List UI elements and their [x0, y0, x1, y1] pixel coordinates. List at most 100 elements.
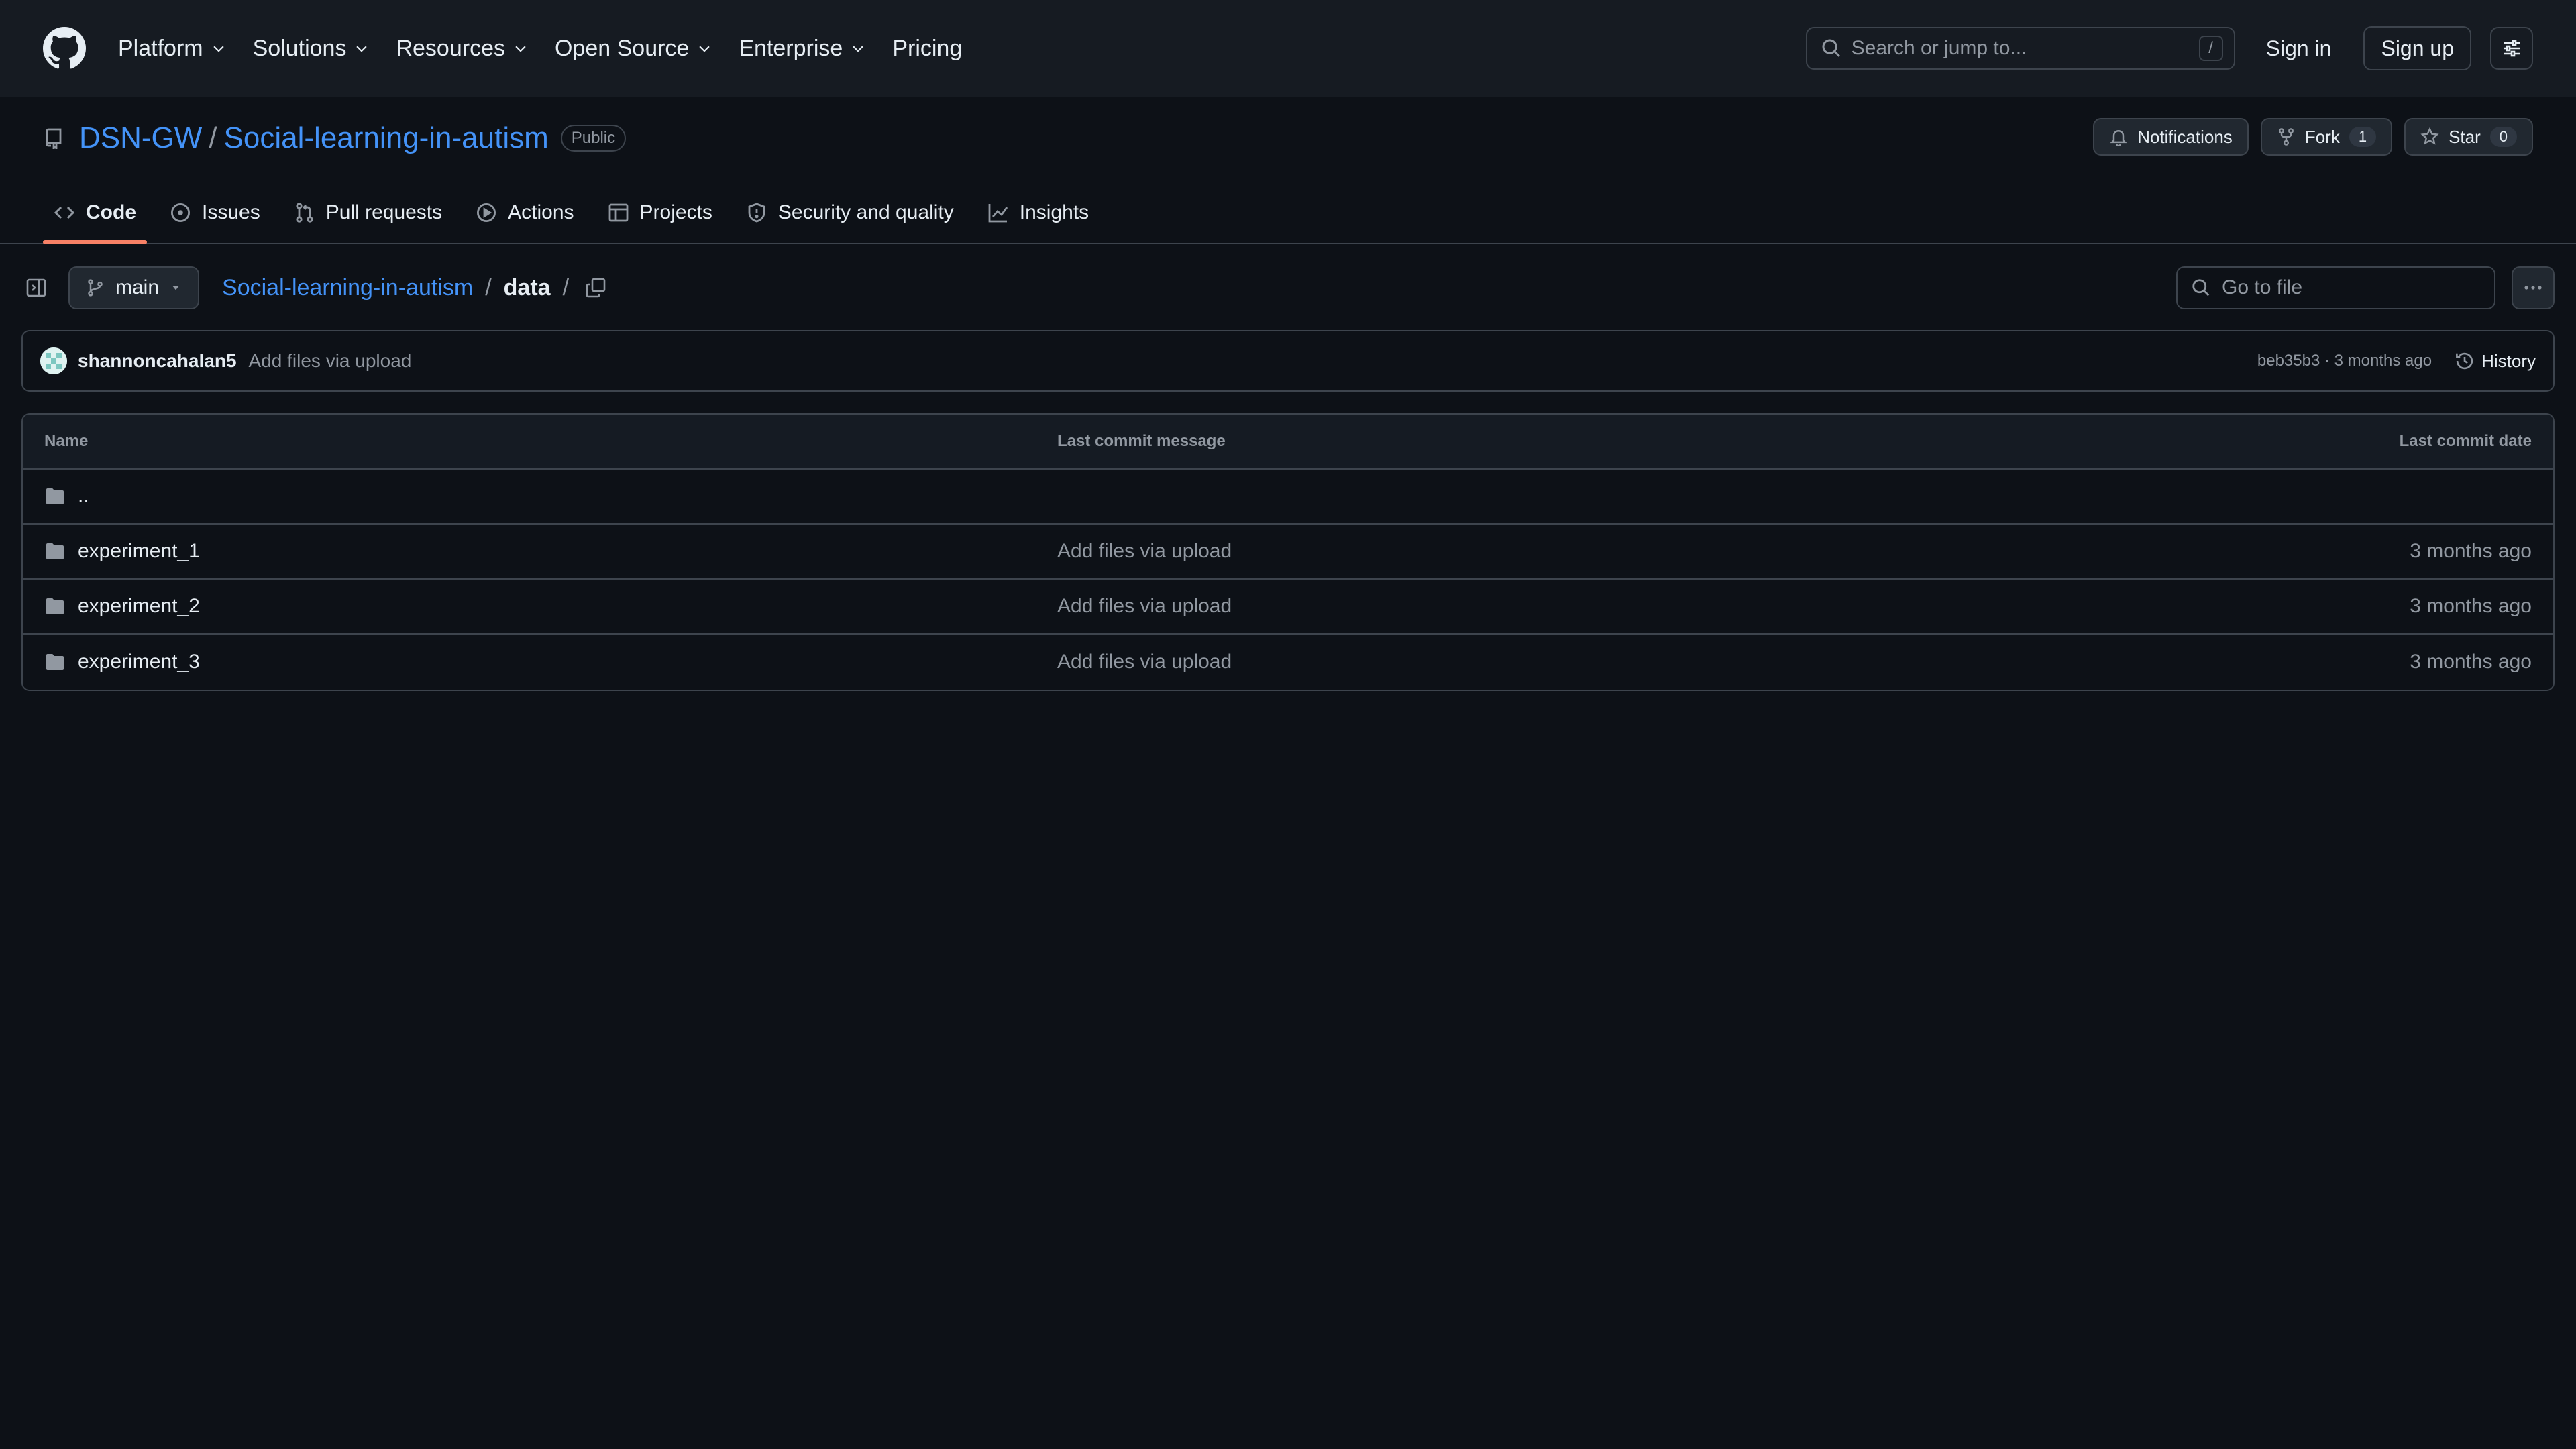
folder-icon [46, 654, 64, 670]
tab-code[interactable]: Code [43, 182, 147, 244]
tab-code-label: Code [86, 201, 136, 223]
column-header-message: Last commit message [1057, 432, 1226, 450]
parent-directory-link[interactable]: .. [78, 485, 89, 508]
tab-projects-label: Projects [639, 201, 712, 223]
copy-icon [586, 278, 606, 298]
tab-insights-label: Insights [1019, 201, 1089, 223]
row-name-cell: .. [23, 485, 1057, 508]
history-button[interactable]: History [2455, 351, 2536, 372]
folder-link[interactable]: experiment_3 [78, 651, 200, 674]
branch-selector[interactable]: main [68, 266, 200, 309]
repo-owner-link[interactable]: DSN-GW [79, 121, 202, 155]
tab-security[interactable]: Security and quality [735, 182, 965, 243]
tab-insights[interactable]: Insights [977, 182, 1099, 243]
sidebar-expand-icon [26, 278, 46, 297]
play-icon [477, 203, 496, 223]
nav-open-source[interactable]: Open Source [555, 36, 712, 62]
expand-file-tree-button[interactable] [21, 273, 51, 303]
file-table: Name Last commit message Last commit dat… [21, 413, 2555, 691]
repo-title: DSN-GW / Social-learning-in-autism Publi… [43, 118, 627, 158]
breadcrumb-separator: / [485, 274, 492, 301]
nav-platform-label: Platform [118, 35, 203, 61]
history-icon [2456, 352, 2473, 370]
tab-actions[interactable]: Actions [465, 182, 584, 243]
folder-link[interactable]: experiment_1 [78, 540, 200, 563]
breadcrumb-repo-link[interactable]: Social-learning-in-autism [222, 275, 473, 301]
shield-icon [748, 203, 765, 223]
table-row[interactable]: experiment_1 Add files via upload 3 mont… [23, 525, 2553, 580]
fork-button[interactable]: Fork 1 [2260, 118, 2393, 156]
visibility-badge: Public [560, 125, 627, 152]
notifications-button[interactable]: Notifications [2093, 118, 2249, 156]
graph-icon [988, 204, 1008, 223]
fork-icon [2278, 128, 2294, 146]
table-row[interactable]: experiment_2 Add files via upload 3 mont… [23, 580, 2553, 635]
row-name-cell: experiment_3 [23, 651, 1057, 674]
search-icon [1822, 39, 1840, 58]
column-header-name: Name [44, 432, 89, 450]
tab-pull-requests-label: Pull requests [325, 201, 443, 223]
breadcrumb-current: data [503, 274, 551, 301]
nav-open-source-label: Open Source [554, 35, 690, 61]
sign-up-button[interactable]: Sign up [2363, 26, 2471, 70]
nav-platform[interactable]: Platform [118, 36, 226, 62]
bell-icon [2110, 130, 2127, 146]
nav-enterprise-label: Enterprise [739, 35, 843, 61]
nav-pricing[interactable]: Pricing [892, 36, 962, 62]
sign-in-link[interactable]: Sign in [2266, 36, 2332, 61]
tab-security-label: Security and quality [777, 201, 954, 223]
row-commit-date: 3 months ago [2410, 540, 2532, 562]
commit-message-link[interactable]: Add files via upload [249, 350, 412, 372]
avatar[interactable] [40, 347, 67, 374]
table-row-parent-directory[interactable]: .. [23, 470, 2553, 525]
copy-path-button[interactable] [581, 273, 610, 303]
tab-projects[interactable]: Projects [597, 182, 723, 243]
go-to-file-input[interactable]: Go to file [2176, 266, 2496, 309]
history-label: History [2481, 350, 2536, 371]
chevron-down-icon [515, 46, 526, 52]
row-name-cell: experiment_1 [23, 540, 1057, 563]
repo-tabs: Code Issues Pull requests Actions Projec… [0, 182, 2576, 244]
tab-issues[interactable]: Issues [159, 182, 271, 243]
row-commit-message[interactable]: Add files via upload [1057, 540, 2151, 563]
star-count: 0 [2489, 127, 2517, 147]
commit-author-link[interactable]: shannoncahalan5 [78, 350, 237, 372]
caret-down-icon [172, 286, 179, 290]
folder-link[interactable]: experiment_2 [78, 595, 200, 618]
star-button[interactable]: Star 0 [2404, 118, 2533, 156]
sliders-icon [2504, 40, 2520, 57]
table-row[interactable]: experiment_3 Add files via upload 3 mont… [23, 635, 2553, 690]
search-shortcut-key: / [2198, 36, 2223, 61]
tab-issues-label: Issues [202, 201, 260, 223]
github-logo-icon[interactable] [43, 27, 86, 70]
file-toolbar: main Social-learning-in-autism / data / … [21, 264, 2555, 311]
search-icon [2192, 279, 2210, 297]
star-icon [2420, 127, 2439, 145]
branch-name: main [115, 276, 160, 299]
row-commit-message[interactable]: Add files via upload [1057, 595, 2151, 618]
code-icon [54, 206, 75, 219]
nav-solutions[interactable]: Solutions [253, 36, 370, 62]
search-input[interactable]: Search or jump to... / [1805, 27, 2235, 70]
nav-solutions-label: Solutions [252, 35, 347, 61]
commit-hash-and-time[interactable]: beb35b3 · 3 months ago [2257, 352, 2432, 370]
nav-resources[interactable]: Resources [396, 36, 528, 62]
tab-actions-label: Actions [508, 201, 574, 223]
identicon-icon [40, 347, 67, 374]
row-commit-message[interactable]: Add files via upload [1057, 651, 2151, 674]
more-options-button[interactable] [2512, 266, 2555, 309]
star-label: Star [2449, 126, 2481, 147]
pull-request-icon [296, 203, 313, 223]
latest-commit-bar: shannoncahalan5 Add files via upload beb… [21, 330, 2555, 392]
nav-pricing-label: Pricing [892, 35, 963, 61]
folder-icon [46, 488, 64, 504]
row-name-cell: experiment_2 [23, 595, 1057, 618]
nav-enterprise[interactable]: Enterprise [739, 36, 865, 62]
search-placeholder: Search or jump to... [1851, 37, 2027, 59]
repo-icon [46, 128, 62, 149]
tab-pull-requests[interactable]: Pull requests [283, 182, 453, 243]
notifications-label: Notifications [2137, 126, 2233, 147]
chevron-down-icon [356, 46, 368, 52]
header-menu-button[interactable] [2490, 27, 2533, 70]
repo-name-link[interactable]: Social-learning-in-autism [224, 121, 549, 155]
